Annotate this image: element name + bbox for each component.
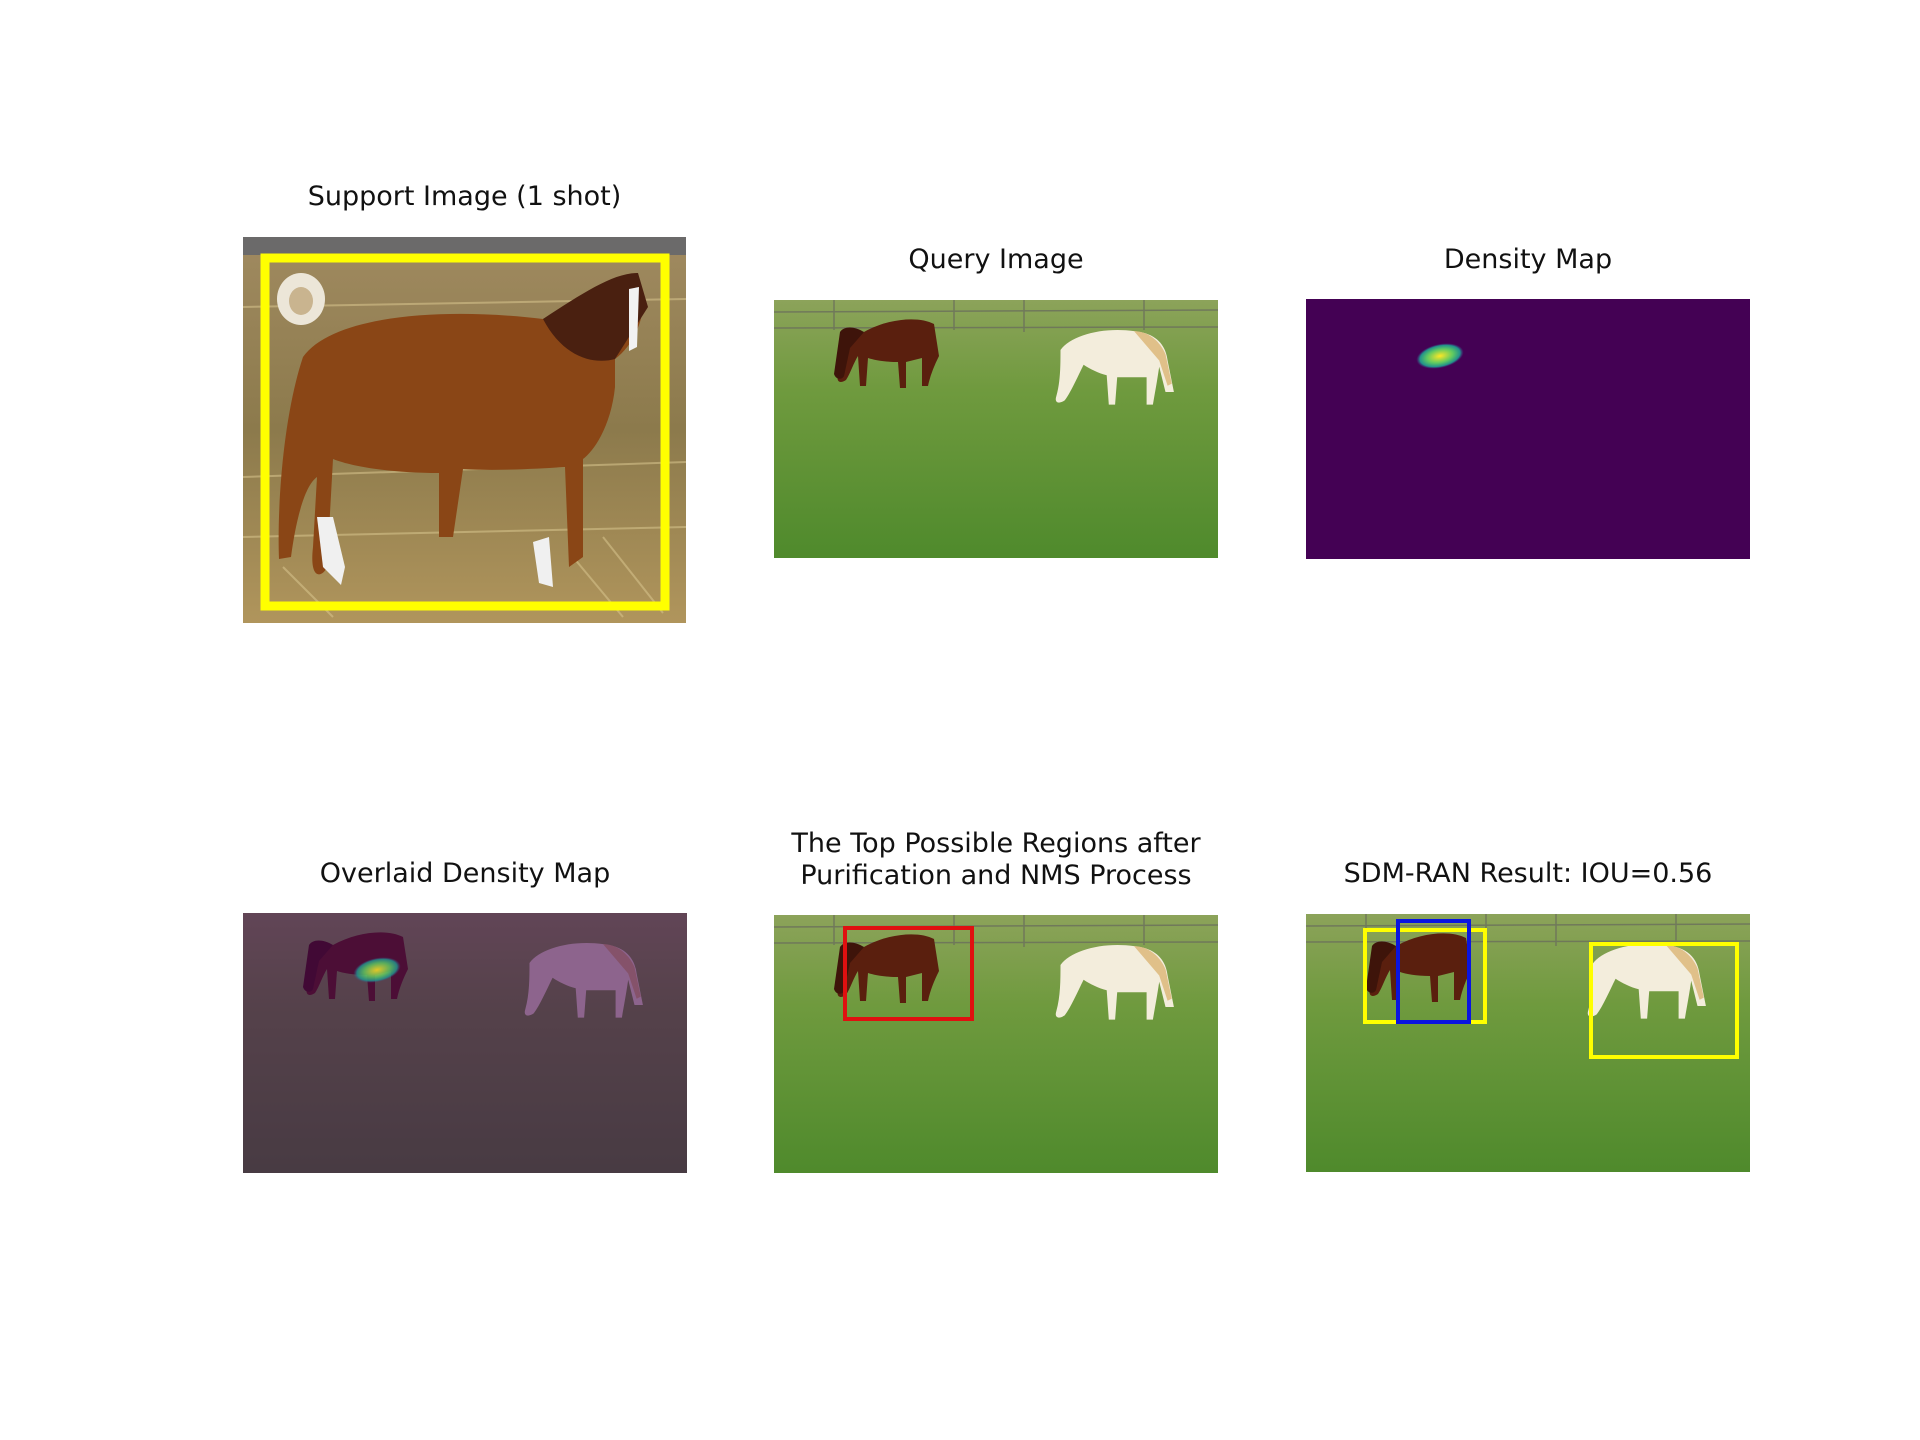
support-image-panel: Support Image (1 shot) — [243, 181, 686, 623]
result-image — [1306, 914, 1750, 1172]
query-image — [774, 300, 1218, 558]
top-regions-image — [774, 915, 1218, 1173]
support-image-title: Support Image (1 shot) — [307, 181, 622, 212]
result-title: SDM-RAN Result: IOU=0.56 — [1343, 858, 1713, 889]
support-image — [243, 237, 686, 623]
overlaid-density-map-panel: Overlaid Density Map — [243, 858, 687, 1173]
density-map-image — [1306, 299, 1750, 559]
result-panel: SDM-RAN Result: IOU=0.56 — [1306, 858, 1750, 1172]
top-regions-panel: The Top Possible Regions after Purificat… — [774, 828, 1218, 1173]
figure: { "panels": { "support": { "title": "Sup… — [0, 0, 1920, 1440]
overlaid-density-map-title: Overlaid Density Map — [319, 858, 611, 889]
density-map-panel: Density Map — [1306, 244, 1750, 559]
top-regions-title: The Top Possible Regions after Purificat… — [791, 828, 1201, 891]
query-image-panel: Query Image — [774, 244, 1218, 558]
density-map-title: Density Map — [1443, 244, 1613, 275]
overlaid-density-map-image — [243, 913, 687, 1173]
query-image-title: Query Image — [908, 244, 1084, 275]
